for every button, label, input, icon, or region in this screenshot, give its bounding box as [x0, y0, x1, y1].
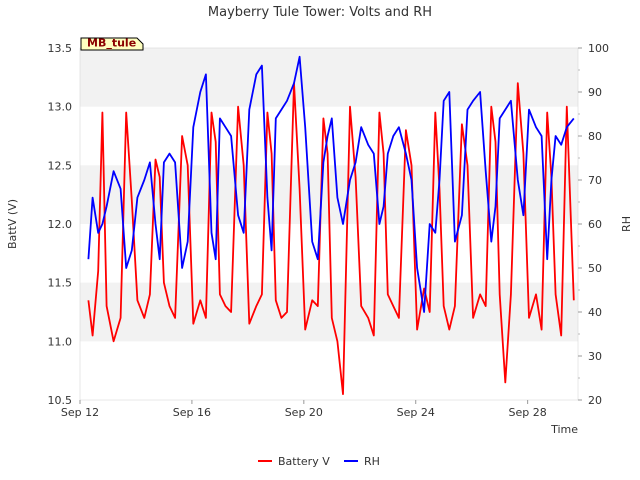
x-tick-label: Sep 16: [173, 406, 211, 419]
site-tag-label: MB_tule: [87, 37, 136, 50]
grid-band: [80, 48, 578, 107]
y2-tick-label: 50: [588, 262, 602, 275]
x-tick-label: Sep 12: [61, 406, 99, 419]
chart-title: Mayberry Tule Tower: Volts and RH: [208, 5, 432, 20]
y-tick-label: 13.5: [48, 42, 73, 55]
chart-svg: Mayberry Tule Tower: Volts and RH 10.511…: [6, 5, 633, 468]
y-tick-label: 13.0: [48, 101, 73, 114]
y2-axis-label: RH: [620, 216, 633, 232]
left-axis-ticks: 10.511.011.512.012.513.013.5: [48, 42, 73, 407]
y-tick-label: 11.5: [48, 277, 73, 290]
grid-band: [80, 282, 578, 342]
legend-label-rh: RH: [364, 455, 380, 468]
legend-label-battery: Battery V: [278, 455, 330, 468]
y2-tick-label: 70: [588, 174, 602, 187]
chart-root: Mayberry Tule Tower: Volts and RH 10.5 11…: [0, 0, 640, 480]
y2-tick-label: 30: [588, 350, 602, 363]
site-tag: MB_tule: [80, 37, 144, 51]
x-tick-label: Sep 24: [397, 406, 435, 419]
x-axis-ticks: Sep 12 Sep 16 Sep 20 Sep 24 Sep 28: [61, 400, 547, 419]
y-tick-label: 11.0: [48, 335, 73, 348]
y-axis-label: BattV (V): [6, 199, 19, 249]
right-axis-ticks: 20 30 40 50 60 70 80 90 100: [578, 42, 609, 407]
y2-tick-label: 80: [588, 130, 602, 143]
y-tick-label: 12.5: [48, 159, 73, 172]
x-tick-label: Sep 20: [285, 406, 323, 419]
y2-tick-label: 40: [588, 306, 602, 319]
y2-tick-label: 20: [588, 394, 602, 407]
x-tick-label: Sep 28: [509, 406, 547, 419]
y2-tick-label: 100: [588, 42, 609, 55]
y-tick-label: 12.0: [48, 218, 73, 231]
series-layer: [87, 55, 575, 396]
y2-tick-label: 60: [588, 218, 602, 231]
y2-tick-label: 90: [588, 86, 602, 99]
x-axis-label: Time: [550, 423, 578, 436]
legend: Battery V RH: [258, 455, 380, 468]
